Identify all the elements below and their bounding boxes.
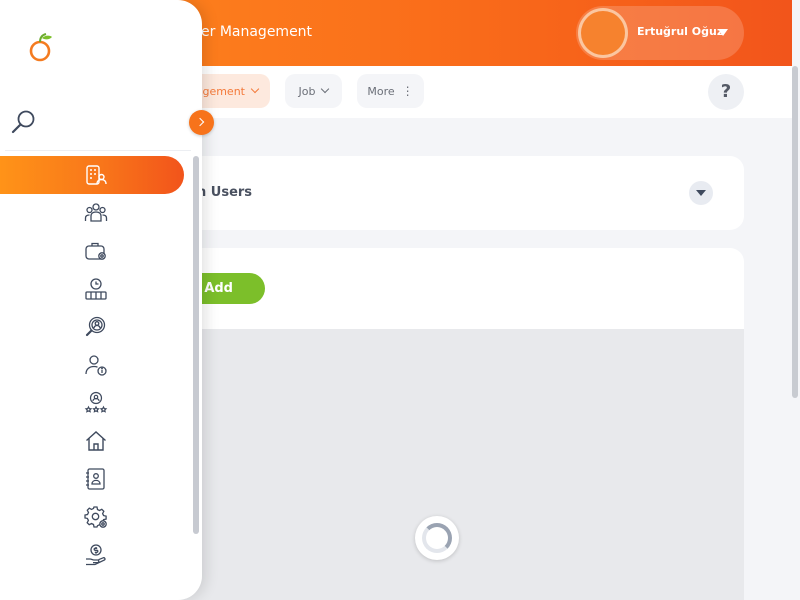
caret-down-icon[interactable] [718,29,728,36]
sidebar-item-payment[interactable] [0,536,184,574]
tab-job[interactable]: Job [285,74,342,108]
avatar[interactable] [578,8,628,58]
shift-icon [85,278,107,300]
orange-logo-icon [29,33,52,62]
tab-label: gement [202,84,245,98]
help-button[interactable]: ? [708,74,744,110]
sidebar-scrollbar[interactable] [192,152,200,572]
filter-card-title: n Users [197,185,253,200]
filter-card: n Users [150,156,744,230]
sidebar-item-job-settings[interactable] [0,232,184,270]
home-icon [86,431,106,451]
list-content-area [150,329,744,600]
performance-icon [84,391,108,413]
sidebar-item-user-info[interactable] [0,346,184,384]
tab-label: Job [298,84,316,98]
page-title: er Management [201,24,313,40]
sidebar-item-team[interactable] [0,194,184,232]
chevron-down-icon [321,84,330,94]
expand-dropdown-button[interactable] [689,181,713,205]
job-settings-icon [85,242,106,260]
tab-label: More [367,84,395,98]
sidebar-collapse-toggle[interactable] [189,110,214,135]
team-icon [84,203,108,222]
tab-more[interactable]: More ⋮ [357,74,424,108]
users-list-card: Add [150,248,744,600]
page-scrollbar-thumb[interactable] [792,66,798,398]
spinner-ring-icon [422,523,452,553]
user-name[interactable]: Ertuğrul Oğuz [637,25,723,38]
chevron-down-icon [250,84,260,94]
sidebar-item-user-management[interactable] [0,156,184,194]
user-menu[interactable]: Ertuğrul Oğuz [576,6,744,60]
payment-icon [86,544,106,566]
search-icon[interactable] [10,109,36,135]
sidebar-item-shift[interactable] [0,270,184,308]
sidebar-item-settings[interactable] [0,498,184,536]
settings-icon [84,506,107,528]
contacts-icon [86,468,105,490]
sidebar-item-home[interactable] [0,422,184,460]
loading-spinner [415,516,459,560]
sidebar-scrollbar-thumb[interactable] [193,156,199,534]
candidate-search-icon [85,316,106,337]
sidebar [0,0,202,600]
sidebar-item-candidate-search[interactable] [0,308,184,346]
user-info-icon [85,355,107,376]
page-scrollbar[interactable] [792,0,800,600]
sidebar-item-performance[interactable] [0,384,184,422]
sidebar-item-contacts[interactable] [0,460,184,498]
user-management-icon [86,165,107,185]
sidebar-divider [5,150,191,151]
more-vertical-icon: ⋮ [401,84,414,98]
